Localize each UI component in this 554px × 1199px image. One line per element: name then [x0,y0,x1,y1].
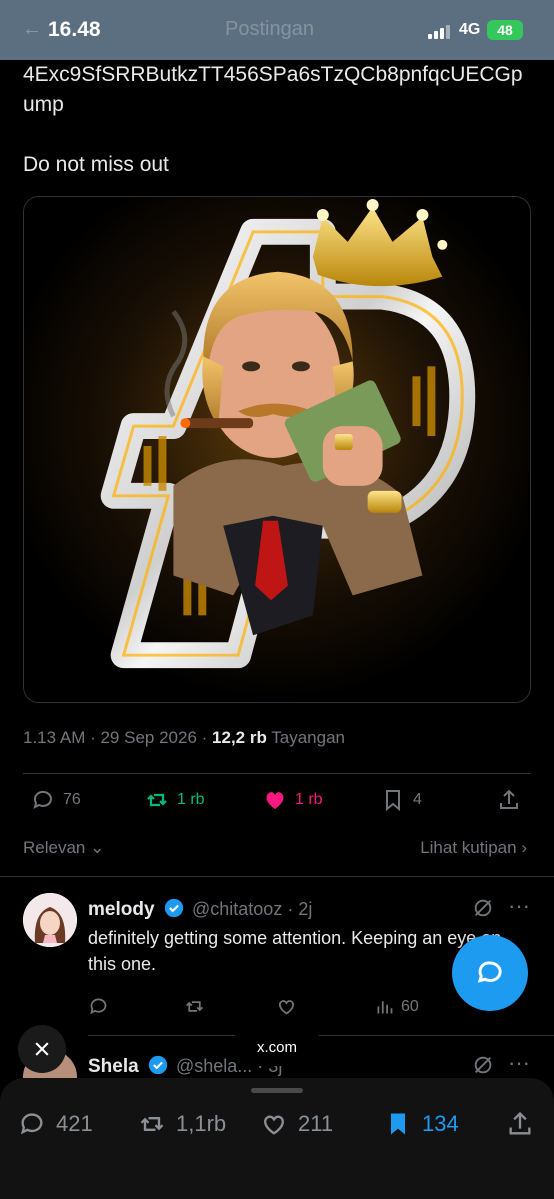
domain-pill: x.com [230,1030,324,1066]
avatar[interactable] [23,893,77,947]
quotes-label: Lihat kutipan [420,838,517,857]
chat-bubble-icon [477,961,502,983]
bottom-like-count: 211 [298,1111,334,1136]
sheet-handle[interactable] [251,1088,303,1093]
retweet-icon [140,1117,164,1131]
reply-author-name[interactable]: Shela [88,1055,168,1078]
retweet-icon [147,793,167,807]
reply-icon [33,790,52,809]
bottom-retweet-button[interactable]: 1,1rb [138,1110,226,1138]
close-icon [35,1042,49,1056]
bottom-reply-count: 421 [56,1111,93,1136]
reply-handle: @chitatooz · 2j [192,899,313,919]
retweet-icon [186,1001,203,1012]
reply-author-label: Shela [88,1056,139,1077]
close-button[interactable] [18,1025,66,1073]
reply-count: 76 [63,791,81,808]
bottom-action-bar: 421 1,1rb 211 134 [0,1078,554,1199]
tweet-meta: 1.13 AM · 29 Sep 2026 · 12,2 rb Tayangan [23,728,345,748]
views-count: 12,2 rb [212,728,267,747]
reply-author-label: melody [88,899,155,920]
quotes-link[interactable]: Lihat kutipan › [420,838,527,858]
status-bar: ← 16.48 Postingan 4G 48 [0,0,554,60]
views-label: Tayangan [271,728,345,747]
share-icon [500,789,518,809]
tweet-image[interactable] [23,196,531,703]
grok-icon[interactable] [472,1054,494,1078]
heart-icon [279,1000,294,1015]
verified-badge-icon [148,1055,168,1075]
bottom-bookmark-count: 134 [422,1111,459,1136]
tweet-actions: 76 1 rb 1 rb 4 [23,788,531,824]
pump-logo-illustration [24,197,530,702]
compose-reply-button[interactable] [452,935,528,1011]
battery-icon: 48 [487,20,523,40]
bookmark-filled-icon [391,1113,405,1135]
tweet-text: 4Exc9SfSRRButkzTT456SPa6sTzQCb8pnfqcUECG… [23,60,533,180]
back-arrow-icon[interactable]: ← [22,18,42,41]
status-time: 16.48 [48,18,101,41]
divider [88,1035,554,1036]
signal-icon [428,25,450,39]
bottom-reply-button[interactable]: 421 [18,1110,93,1138]
heart-icon [264,1115,284,1135]
retweet-count: 1 rb [177,791,205,808]
bookmark-icon [386,790,400,812]
reply-button[interactable]: 76 [31,788,81,812]
bottom-like-button[interactable]: 211 [260,1110,333,1138]
network-type: 4G [459,21,481,38]
chevron-down-icon: ⌄ [90,838,105,857]
tweet-timestamp[interactable]: 1.13 AM · 29 Sep 2026 · [23,728,207,747]
more-options-icon[interactable]: ··· [508,893,530,919]
sort-dropdown[interactable]: Relevan ⌄ [23,838,104,857]
reply-like-button[interactable] [276,996,297,1017]
bottom-retweet-count: 1,1rb [176,1111,227,1136]
tweet-cta: Do not miss out [23,153,169,176]
header-title: Postingan [225,18,314,40]
views-icon [377,1001,393,1014]
verified-badge-icon [164,898,183,918]
avatar-image [23,893,77,947]
sort-label: Relevan [23,838,86,857]
reply-views-count: 60 [401,997,419,1015]
contract-address[interactable]: 4Exc9SfSRRButkzTT456SPa6sTzQCb8pnfqcUECG… [23,63,523,116]
reply-icon [20,1113,43,1135]
bookmark-button[interactable]: 4 [381,788,422,812]
more-options-icon[interactable]: ··· [508,1050,530,1076]
bookmark-count: 4 [413,791,422,808]
like-count: 1 rb [295,791,323,808]
share-button[interactable] [497,788,521,812]
chevron-right-icon: › [521,838,527,857]
retweet-button[interactable]: 1 rb [145,788,205,812]
reply-sort-row: Relevan ⌄ Lihat kutipan › [23,838,531,858]
reply-icon [90,998,107,1015]
reply-views[interactable]: 60 [374,996,419,1017]
grok-icon[interactable] [472,897,494,924]
divider [23,773,531,774]
heart-icon [266,792,284,809]
reply-retweet-button[interactable] [184,996,205,1017]
reply-comment-button[interactable] [88,996,109,1017]
divider [0,876,554,877]
like-button[interactable]: 1 rb [263,788,323,812]
bottom-share-button[interactable] [506,1110,534,1138]
share-icon [509,1111,531,1135]
reply-text: definitely getting some attention. Keepi… [88,928,502,974]
reply-author-name[interactable]: melody [88,898,184,921]
bottom-bookmark-button[interactable]: 134 [384,1110,459,1138]
